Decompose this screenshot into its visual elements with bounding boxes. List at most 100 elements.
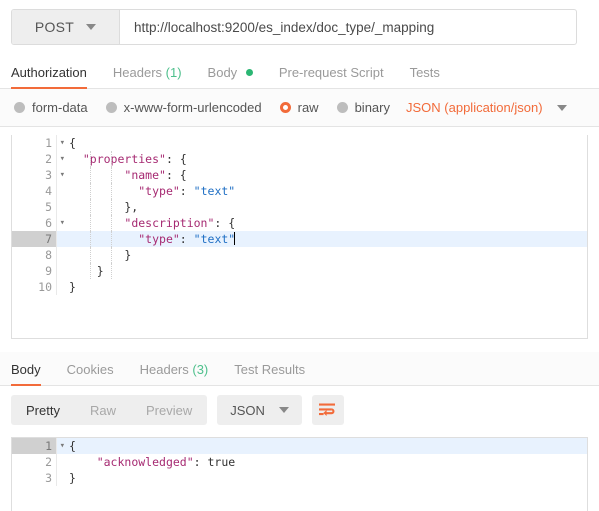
code-text: "name": { [69, 167, 587, 183]
line-number: 4 [12, 183, 56, 199]
tab-body-label: Body [207, 65, 238, 80]
response-tab-test-results[interactable]: Test Results [234, 362, 305, 385]
code-line[interactable]: 3} [12, 470, 587, 486]
response-tab-cookies-label: Cookies [66, 362, 114, 377]
fold-arrow-icon[interactable]: ▾ [60, 135, 65, 151]
chevron-down-icon [278, 407, 289, 413]
code-line[interactable]: 9 } [12, 263, 587, 279]
indent-guide [90, 263, 92, 279]
tab-pre-request-script-label: Pre-request Script [278, 65, 384, 80]
tab-tests-label: Tests [409, 65, 440, 80]
radio-dot-selected-icon [279, 102, 291, 113]
tab-authorization[interactable]: Authorization [11, 65, 87, 89]
code-text: } [69, 471, 76, 485]
code-line[interactable]: 8 } [12, 247, 587, 263]
response-format-label: JSON [230, 402, 265, 418]
radio-raw-label: raw [297, 100, 319, 115]
body-modified-dot-icon [245, 69, 253, 76]
url-input[interactable]: http://localhost:9200/es_index/doc_type/… [120, 10, 576, 44]
line-number: 8 [12, 247, 56, 263]
request-body-editor[interactable]: 1 ▾{2 ▾ "properties": {3 ▾ "name": {4 "type… [11, 135, 588, 339]
view-mode-pretty[interactable]: Pretty [11, 395, 75, 425]
response-tab-headers[interactable]: Headers (3) [140, 362, 209, 385]
indent-guide [111, 263, 113, 279]
content-type-label: JSON (application/json) [406, 100, 543, 115]
tab-headers[interactable]: Headers (1) [113, 65, 182, 88]
tab-authorization-label: Authorization [11, 65, 87, 80]
code-text: } [69, 263, 587, 279]
word-wrap-icon [319, 403, 336, 416]
code-line[interactable]: 1 ▾ { [12, 438, 587, 454]
content-type-select[interactable]: JSON (application/json) [406, 100, 567, 115]
response-tab-cookies[interactable]: Cookies [67, 362, 114, 385]
fold-arrow-icon[interactable]: ▾ [60, 438, 65, 454]
radio-binary[interactable]: binary [336, 100, 390, 115]
fold-arrow-icon[interactable]: ▾ [60, 215, 65, 231]
tab-pre-request-script[interactable]: Pre-request Script [279, 65, 384, 88]
indent-guide [90, 199, 92, 215]
radio-raw[interactable]: raw [279, 100, 319, 115]
indent-guide [90, 231, 92, 247]
code-text: "type": "text" [69, 183, 587, 199]
indent-guide [90, 151, 92, 167]
gutter-divider [56, 183, 69, 199]
response-code-area[interactable]: 1 ▾{2 "acknowledged": true 3} [12, 438, 587, 486]
tab-headers-label: Headers [112, 65, 163, 80]
request-code-area[interactable]: 1 ▾{2 ▾ "properties": {3 ▾ "name": {4 "type… [12, 135, 587, 295]
response-tabs: Body Cookies Headers (3) Test Results [0, 352, 599, 386]
response-body-editor[interactable]: 1 ▾{2 "acknowledged": true 3} [11, 437, 588, 511]
view-mode-preview[interactable]: Preview [131, 395, 207, 425]
response-view-mode-group: Pretty Raw Preview [11, 395, 208, 425]
code-line[interactable]: 2 ▾ "properties": { [12, 151, 587, 167]
code-line[interactable]: 3 ▾ "name": { [12, 167, 587, 183]
line-number: 1 ▾ [12, 438, 65, 454]
request-url-bar: POST http://localhost:9200/es_index/doc_… [11, 9, 577, 45]
indent-guide [111, 151, 113, 167]
tab-tests[interactable]: Tests [410, 65, 440, 88]
text-cursor [234, 232, 236, 245]
fold-arrow-icon[interactable]: ▾ [60, 167, 65, 183]
tab-body[interactable]: Body [208, 65, 253, 88]
radio-form-data[interactable]: form-data [14, 100, 88, 115]
response-tab-body-label: Body [11, 362, 41, 377]
chevron-down-icon [86, 24, 97, 30]
line-number: 5 [12, 199, 56, 215]
indent-guide [90, 183, 92, 199]
indent-guide [90, 167, 92, 183]
response-format-select[interactable]: JSON [217, 395, 302, 425]
indent-guide [111, 231, 113, 247]
code-line[interactable]: 4 "type": "text" [12, 183, 587, 199]
gutter-divider [56, 199, 69, 215]
indent-guide [111, 247, 113, 263]
fold-arrow-icon[interactable]: ▾ [60, 151, 65, 167]
code-line[interactable]: 2 "acknowledged": true [12, 454, 587, 470]
code-line[interactable]: 6 ▾ "description": { [12, 215, 587, 231]
code-text: } [69, 247, 132, 263]
code-text: "acknowledged": true [96, 455, 236, 469]
http-method-label: POST [34, 19, 75, 35]
gutter-divider [56, 247, 69, 263]
code-line[interactable]: 5 }, [12, 199, 587, 215]
radio-x-www-form-urlencoded[interactable]: x-www-form-urlencoded [105, 100, 262, 115]
code-line[interactable]: 7 "type": "text" [12, 231, 587, 247]
code-text: }, [69, 199, 139, 215]
indent-guide [111, 167, 113, 183]
view-mode-pretty-label: Pretty [26, 402, 60, 418]
http-method-select[interactable]: POST [12, 10, 120, 44]
line-number: 3 ▾ [12, 167, 65, 183]
code-text: "type": "text" [69, 231, 587, 247]
radio-form-data-label: form-data [32, 100, 88, 115]
response-tab-body[interactable]: Body [11, 362, 41, 386]
indent-guide [111, 215, 113, 231]
gutter-divider [56, 231, 69, 247]
tab-headers-count: (1) [165, 65, 182, 80]
line-number: 7 [12, 231, 56, 247]
code-line[interactable]: 1 ▾ { [12, 135, 587, 151]
view-mode-raw[interactable]: Raw [75, 395, 131, 425]
word-wrap-button[interactable] [311, 395, 344, 425]
line-number: 6 ▾ [12, 215, 65, 231]
request-tabs: Authorization Headers (1) Body Pre-reque… [0, 57, 599, 89]
code-text: { [69, 136, 76, 150]
code-line[interactable]: 10} [12, 279, 587, 295]
line-number: 2 [12, 454, 56, 470]
